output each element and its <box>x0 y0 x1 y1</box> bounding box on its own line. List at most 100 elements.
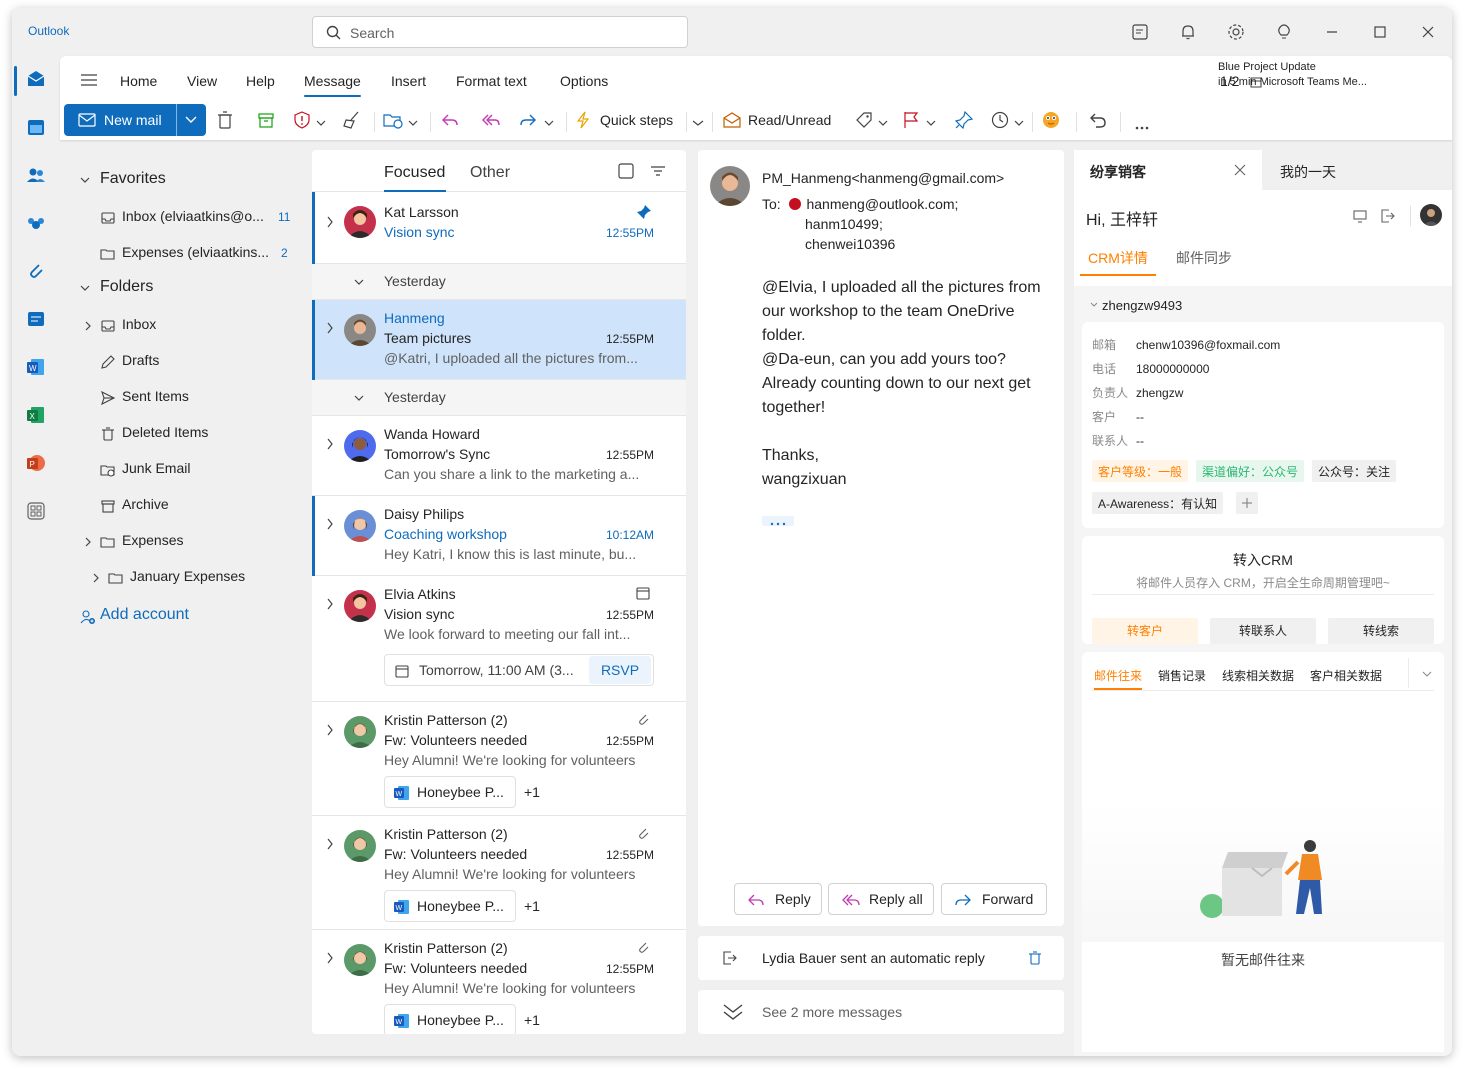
attachment-icon[interactable] <box>25 260 47 282</box>
minimize-icon[interactable] <box>1322 22 1342 42</box>
notes-icon[interactable] <box>1130 22 1150 42</box>
tab-format-text[interactable]: Format text <box>456 73 527 89</box>
tag-icon[interactable] <box>854 110 874 130</box>
recipient[interactable]: hanmeng@outlook.com; <box>806 196 958 212</box>
gear-icon[interactable] <box>1226 22 1246 42</box>
event-chip[interactable]: Tomorrow, 11:00 AM (3... RSVP <box>384 654 654 686</box>
tab-home[interactable]: Home <box>120 73 157 89</box>
undo-icon[interactable] <box>1088 110 1108 130</box>
chevron-right-icon[interactable] <box>326 216 334 228</box>
move-folder-icon[interactable] <box>382 110 404 130</box>
user-avatar[interactable] <box>1420 204 1442 226</box>
read-unread-button[interactable]: Read/Unread <box>748 112 831 128</box>
tab-message[interactable]: Message <box>304 73 361 97</box>
chevron-right-icon[interactable] <box>326 952 334 964</box>
logout-icon[interactable] <box>1380 208 1396 227</box>
tab-options[interactable]: Options <box>560 73 608 89</box>
reading-from[interactable]: PM_Hanmeng<hanmeng@gmail.com> <box>762 170 1004 186</box>
forward-icon[interactable] <box>518 110 538 130</box>
tab-lead-data[interactable]: 线索相关数据 <box>1222 667 1294 684</box>
reply-all-button[interactable]: Reply all <box>828 883 934 915</box>
attachment-more[interactable]: +1 <box>524 1012 540 1028</box>
chevron-down-icon[interactable] <box>878 114 888 134</box>
archive-icon[interactable] <box>256 110 276 130</box>
auto-reply-notice[interactable]: Lydia Bauer sent an automatic reply <box>698 936 1064 980</box>
chevron-down-icon[interactable] <box>1014 114 1024 134</box>
tab-email-history[interactable]: 邮件往来 <box>1094 667 1142 684</box>
report-icon[interactable] <box>292 110 312 130</box>
nav-folder-expenses[interactable]: Expenses <box>84 532 284 552</box>
chevron-down-icon[interactable] <box>185 116 197 124</box>
delete-icon[interactable] <box>216 110 234 130</box>
convert-customer-button[interactable]: 转客户 <box>1092 618 1198 644</box>
add-account-link[interactable]: Add account <box>80 606 280 626</box>
clock-icon[interactable] <box>990 110 1010 130</box>
group-header-yesterday[interactable]: Yesterday <box>312 380 686 416</box>
list-item[interactable]: Kristin Patterson (2) Fw: Volunteers nee… <box>312 816 686 930</box>
tab-view[interactable]: View <box>187 73 217 89</box>
convert-contact-button[interactable]: 转联系人 <box>1210 618 1316 644</box>
attachment-more[interactable]: +1 <box>524 898 540 914</box>
show-more-button[interactable] <box>762 516 794 526</box>
tab-focused[interactable]: Focused <box>384 164 445 182</box>
excel-icon[interactable]: X <box>25 404 47 426</box>
nav-folder-deleted[interactable]: Deleted Items <box>100 424 300 444</box>
close-icon[interactable] <box>1418 22 1438 42</box>
nav-favorite-inbox[interactable]: Inbox (elviaatkins@o... 11 <box>100 208 300 228</box>
reply-button[interactable]: Reply <box>734 883 822 915</box>
sweep-icon[interactable] <box>342 110 362 130</box>
add-tag-icon[interactable] <box>1236 492 1258 514</box>
list-item[interactable]: Kristin Patterson (2) Fw: Volunteers nee… <box>312 702 686 816</box>
more-options-icon[interactable] <box>1134 118 1150 138</box>
filter-icon[interactable] <box>650 164 666 181</box>
crm-tab-fxiaoke[interactable]: 纷享销客 <box>1074 150 1262 190</box>
reply-all-icon[interactable] <box>480 110 502 130</box>
tab-insert[interactable]: Insert <box>391 73 426 89</box>
pin-icon[interactable] <box>954 110 974 130</box>
quick-steps-button[interactable]: Quick steps <box>600 112 673 128</box>
field-value[interactable]: chenw10396@foxmail.com <box>1136 338 1280 352</box>
nav-folder-inbox[interactable]: Inbox <box>84 316 284 336</box>
nav-folder-junk[interactable]: Junk Email <box>100 460 300 480</box>
select-icon[interactable] <box>618 163 634 182</box>
nav-folder-january-expenses[interactable]: January Expenses <box>92 568 292 588</box>
attachment-chip[interactable]: W Honeybee P... <box>384 1004 516 1034</box>
tab-customer-data[interactable]: 客户相关数据 <box>1310 667 1382 684</box>
nav-folder-drafts[interactable]: Drafts <box>100 352 300 372</box>
forward-button[interactable]: Forward <box>941 883 1047 915</box>
crm-subtab-details[interactable]: CRM详情 <box>1088 248 1148 268</box>
mail-icon[interactable] <box>25 68 47 90</box>
chevron-down-icon[interactable] <box>926 114 936 134</box>
chevron-right-icon[interactable] <box>326 322 334 334</box>
chevron-down-icon[interactable] <box>544 114 554 134</box>
apps-icon[interactable] <box>25 500 47 522</box>
new-mail-button[interactable]: New mail <box>64 104 206 136</box>
chevron-right-icon[interactable] <box>326 838 334 850</box>
todo-icon[interactable] <box>25 308 47 330</box>
tab-help[interactable]: Help <box>246 73 275 89</box>
envelope-open-icon[interactable] <box>722 110 742 130</box>
convert-lead-button[interactable]: 转线索 <box>1328 618 1434 644</box>
flag-icon[interactable] <box>902 110 920 130</box>
word-icon[interactable]: W <box>25 356 47 378</box>
attachment-chip[interactable]: W Honeybee P... <box>384 776 516 808</box>
nav-favorite-expenses[interactable]: Expenses (elviaatkins... 2 <box>100 244 300 264</box>
chevron-right-icon[interactable] <box>326 438 334 450</box>
recipient[interactable]: hanm10499; <box>805 216 883 232</box>
close-icon[interactable] <box>1234 164 1246 176</box>
list-item[interactable]: Daisy Philips Coaching workshop 10:12AM … <box>312 496 686 576</box>
recipient[interactable]: chenwei10396 <box>805 236 895 252</box>
people-icon[interactable] <box>25 164 47 186</box>
attachment-more[interactable]: +1 <box>524 784 540 800</box>
crm-tab-my-day[interactable]: 我的一天 <box>1266 150 1452 190</box>
maximize-icon[interactable] <box>1370 22 1390 42</box>
tab-other[interactable]: Other <box>470 164 510 182</box>
chevron-right-icon[interactable] <box>326 598 334 610</box>
lightbulb-icon[interactable] <box>1274 22 1294 42</box>
pin-icon[interactable] <box>636 204 652 223</box>
nav-folder-sent[interactable]: Sent Items <box>100 388 300 408</box>
groups-icon[interactable] <box>25 212 47 234</box>
monitor-icon[interactable] <box>1352 208 1368 227</box>
search-box[interactable] <box>312 16 688 48</box>
see-more-messages[interactable]: See 2 more messages <box>698 990 1064 1034</box>
